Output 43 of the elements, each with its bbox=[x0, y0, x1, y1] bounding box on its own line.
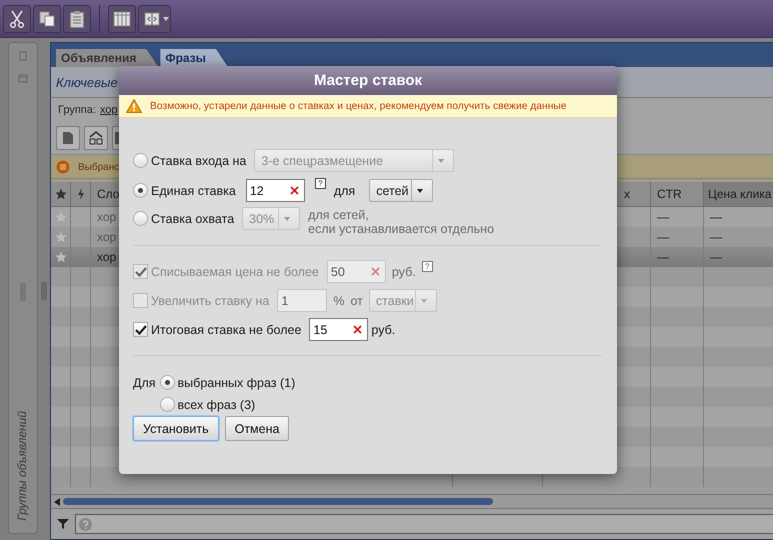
unit-label: руб. bbox=[371, 322, 396, 336]
phrase-cell: хор bbox=[97, 230, 116, 244]
warning-text: Возможно, устарели данные о ставках и ценах, рекомендуем получить свежие данные bbox=[150, 100, 567, 112]
subtab[interactable]: Ключевые bbox=[56, 74, 118, 90]
option-label: Ставка охвата bbox=[151, 212, 234, 226]
dialog-title: Мастер ставок bbox=[119, 66, 617, 95]
group-link[interactable]: хор bbox=[100, 104, 118, 116]
table-cell: — bbox=[657, 210, 669, 224]
side-panel-title: Группы объявлений bbox=[15, 411, 29, 521]
phrase-cell: хор bbox=[97, 250, 116, 264]
option-label: Единая ставка bbox=[151, 184, 236, 198]
table-cell: — bbox=[657, 250, 669, 264]
notice-text: Выбранс bbox=[78, 162, 120, 172]
scope-label: Для bbox=[133, 375, 156, 392]
network-dropdown[interactable]: сетей bbox=[369, 179, 434, 202]
column-header[interactable]: CTR bbox=[657, 187, 682, 201]
option-label: Ставка входа на bbox=[151, 154, 246, 168]
sorted-column-header[interactable]: Цена клика bbox=[704, 182, 773, 206]
bid-field[interactable]: 12 bbox=[246, 179, 305, 202]
help-icon[interactable]: ? bbox=[314, 178, 326, 189]
unit-label: % bbox=[333, 294, 344, 308]
dialog-button[interactable]: Отмена bbox=[224, 416, 290, 441]
column-header[interactable]: Сло bbox=[97, 187, 120, 201]
option-label: Итоговая ставка не более bbox=[151, 322, 302, 336]
group-label: Группа: bbox=[58, 104, 96, 116]
option-label: всех фраз (3) bbox=[178, 398, 256, 412]
table-cell: — bbox=[710, 210, 722, 224]
tab[interactable]: Фразы bbox=[160, 49, 228, 67]
column-header[interactable]: х bbox=[624, 187, 630, 201]
unit-label: руб. bbox=[392, 264, 416, 278]
table-cell: — bbox=[710, 250, 722, 264]
option-label: выбранных фраз (1) bbox=[178, 376, 296, 390]
from-label: от bbox=[350, 294, 363, 308]
final-field[interactable]: 15 bbox=[309, 318, 368, 341]
table-cell: — bbox=[657, 230, 669, 244]
table-cell: — bbox=[710, 230, 722, 244]
coverage-note: для сетей, если устанавливается отдельно bbox=[308, 208, 494, 236]
option-label: Списываемая цена не более bbox=[151, 264, 319, 278]
option-label: Увеличить ставку на bbox=[151, 294, 270, 308]
tab[interactable]: Объявления bbox=[56, 49, 158, 67]
for-label: для bbox=[334, 184, 356, 198]
dialog-button[interactable]: Установить bbox=[133, 416, 219, 441]
phrase-cell: хор bbox=[97, 210, 116, 224]
